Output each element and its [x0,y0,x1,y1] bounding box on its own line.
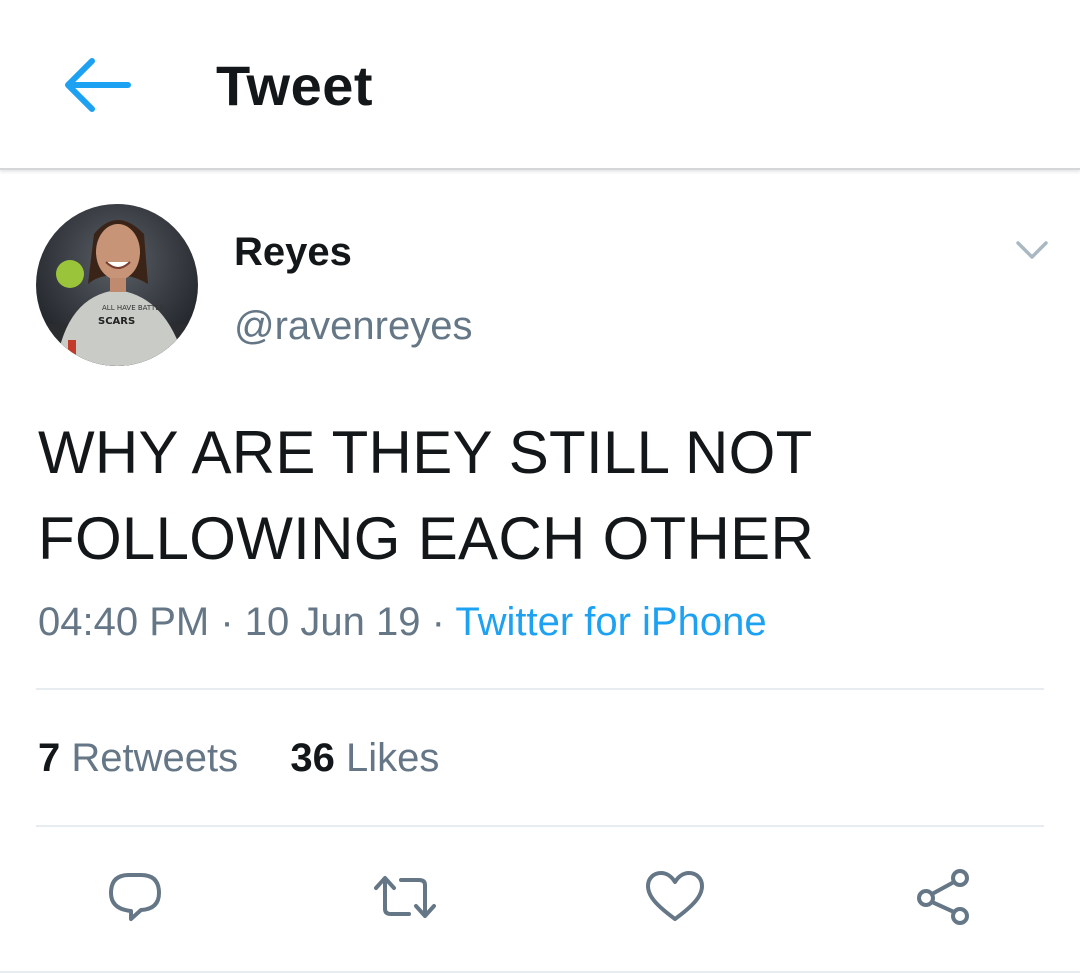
share-button[interactable] [908,862,978,932]
tweet-options-button[interactable] [1010,232,1054,268]
tweet-source-link[interactable]: Twitter for iPhone [455,600,766,644]
likes-label: Likes [346,736,440,780]
svg-text:ALL HAVE BATTLE: ALL HAVE BATTLE [102,304,164,312]
chevron-down-icon [1016,241,1048,259]
svg-text:SCARS: SCARS [98,316,135,327]
tweet-actions [0,862,1080,932]
author-display-name[interactable]: Reyes [234,228,352,276]
like-button[interactable] [640,862,710,932]
tweet-text-line: FOLLOWING EACH OTHER [38,505,815,572]
tweet-text-line: WHY ARE THEY STILL NOT [38,419,813,486]
back-button[interactable] [58,52,136,118]
back-arrow-icon [65,58,131,112]
tweet-detail: ALL HAVE BATTLE SCARS Reyes @ravenreyes … [0,172,1080,973]
divider [36,825,1044,827]
retweets-label: Retweets [71,736,239,780]
tweet-text: WHY ARE THEY STILL NOT FOLLOWING EACH OT… [38,410,1038,582]
divider [36,688,1044,690]
author-handle[interactable]: @ravenreyes [234,302,472,350]
retweet-icon [374,876,436,918]
meta-separator: · [431,600,445,644]
tweet-time: 04:40 PM [38,600,210,644]
avatar[interactable]: ALL HAVE BATTLE SCARS [36,204,198,366]
page-title: Tweet [216,54,374,117]
top-app-bar: Tweet [0,0,1080,170]
tweet-date: 10 Jun 19 [244,600,421,644]
retweets-stat[interactable]: 7 Retweets [38,736,238,780]
likes-stat[interactable]: 36 Likes [290,736,439,780]
retweet-button[interactable] [370,862,440,932]
tweet-stats: 7 Retweets 36 Likes [38,734,439,782]
meta-separator: · [220,600,234,644]
tweet-metadata: 04:40 PM · 10 Jun 19 · Twitter for iPhon… [38,598,767,646]
share-icon [917,869,969,925]
retweets-count: 7 [38,736,61,780]
reply-icon [109,873,161,921]
like-icon [646,871,704,921]
user-avatar-photo: ALL HAVE BATTLE SCARS [36,204,198,366]
reply-button[interactable] [100,862,170,932]
likes-count: 36 [290,736,335,780]
